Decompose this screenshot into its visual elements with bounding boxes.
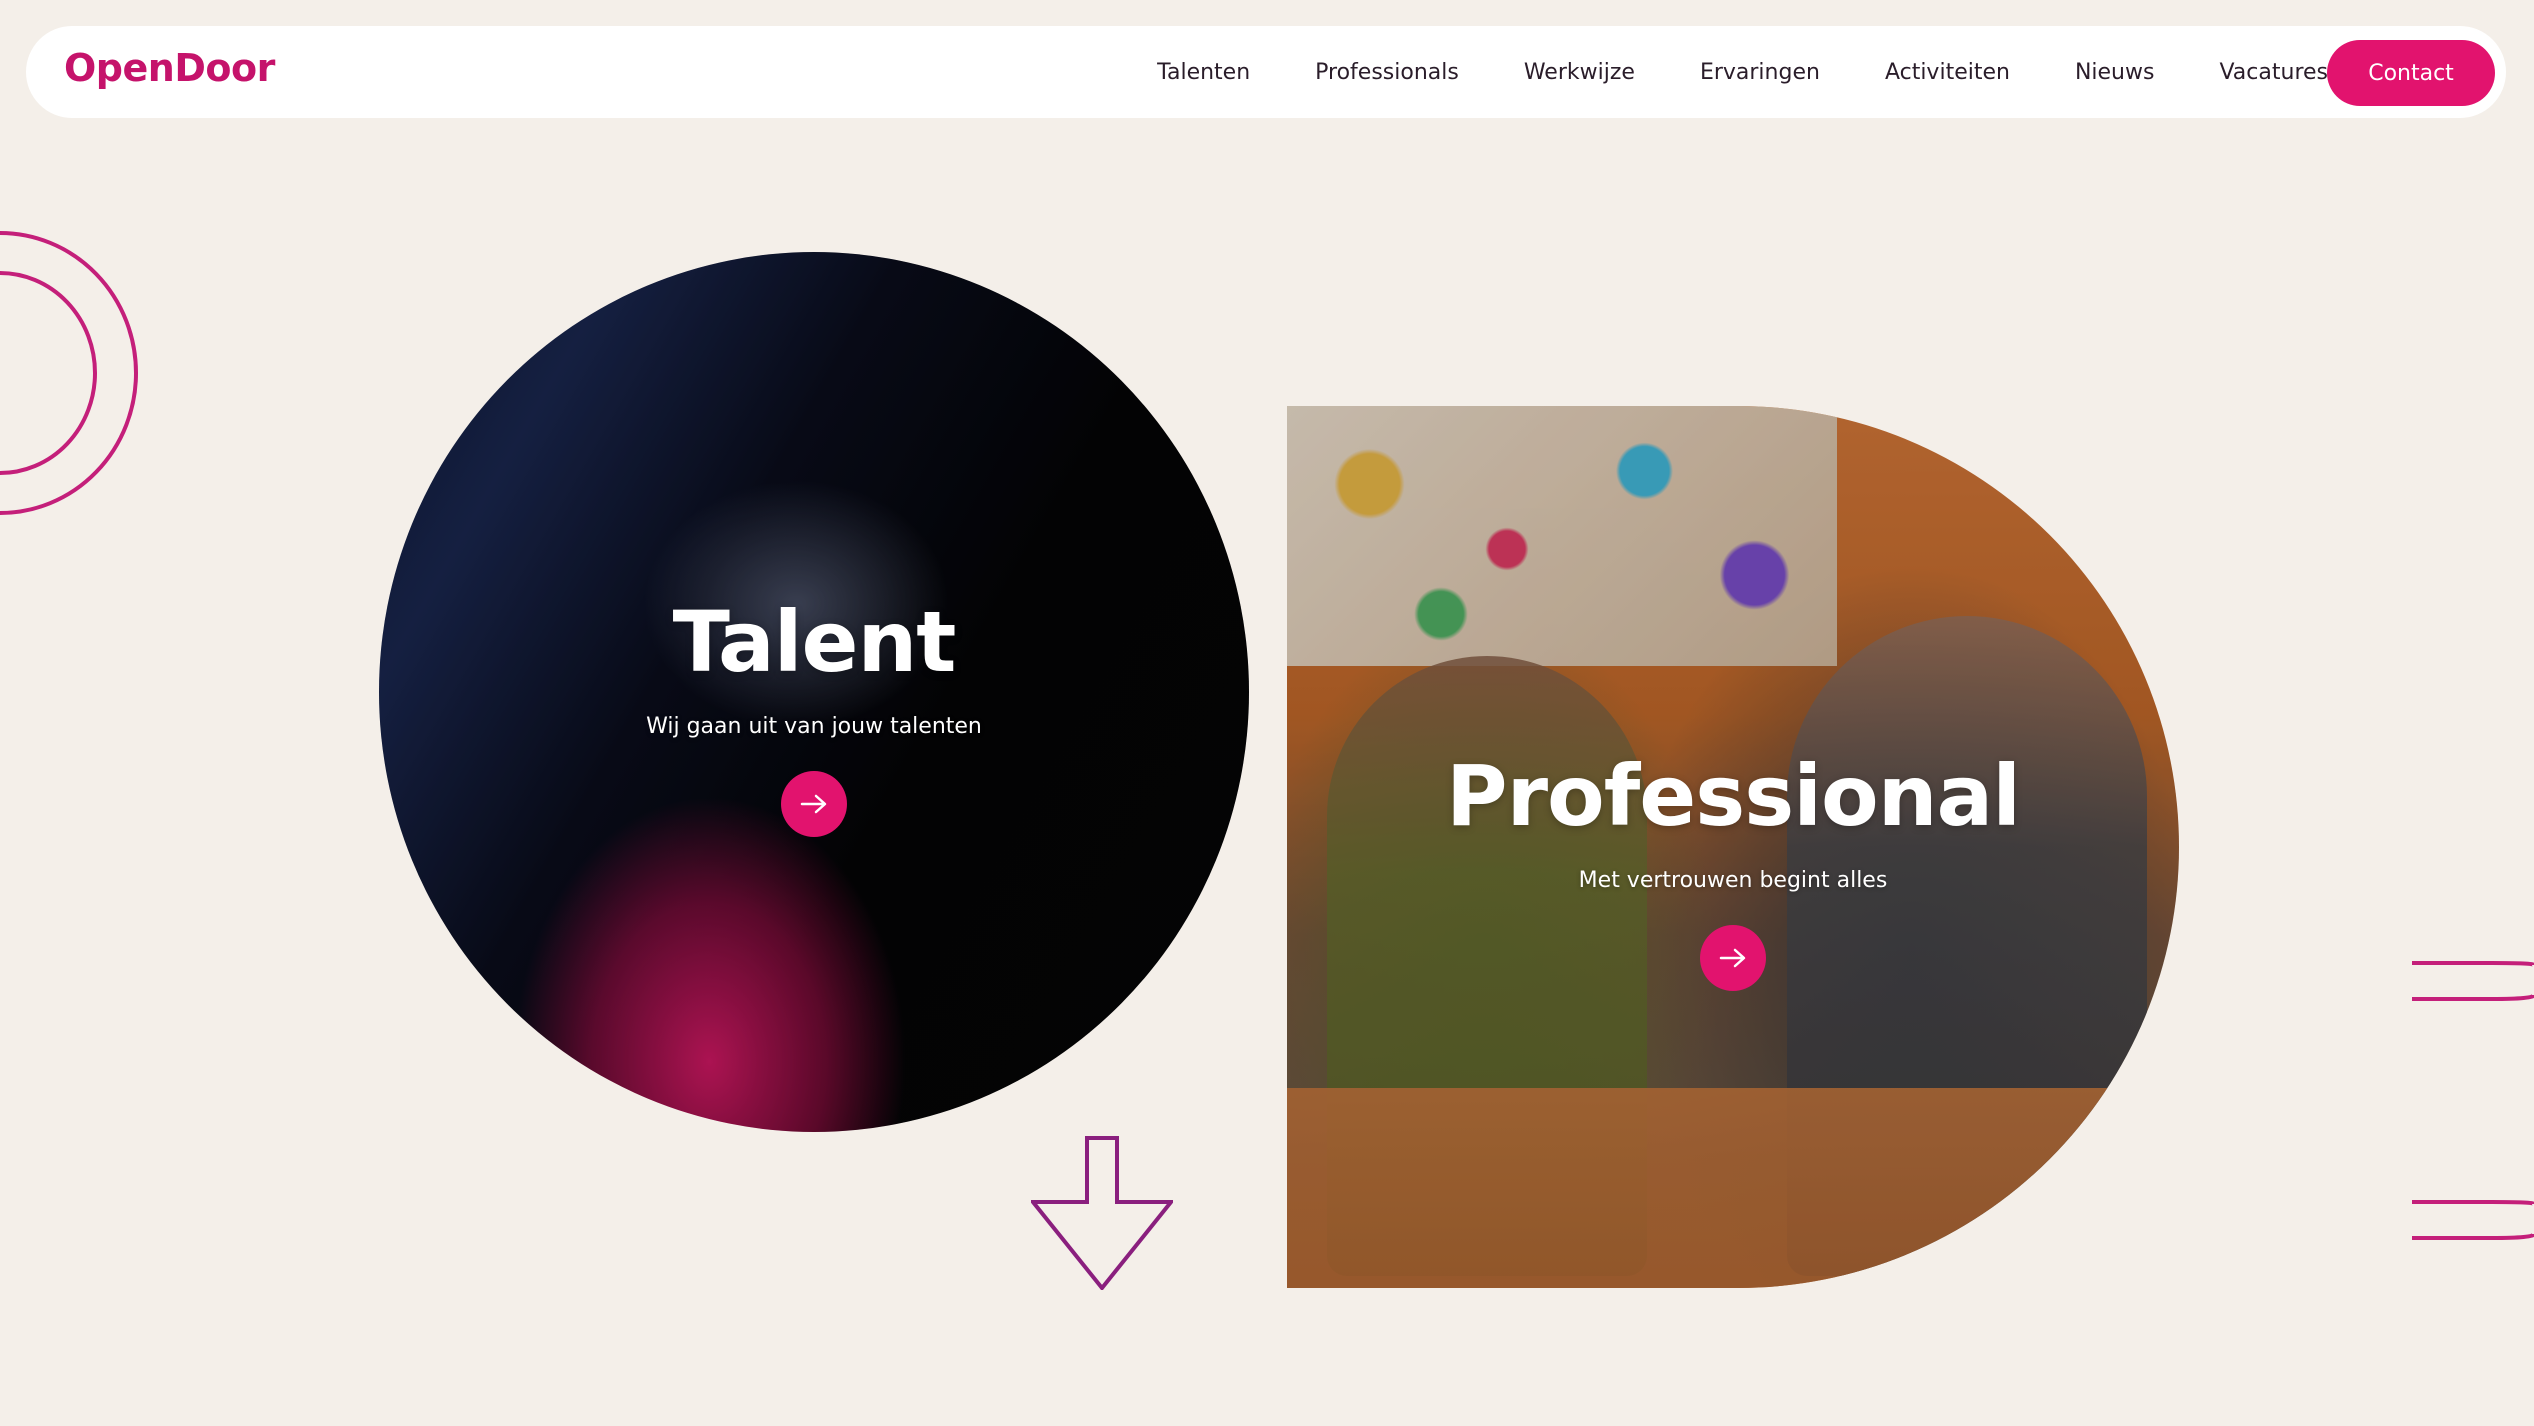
- talent-arrow-button[interactable]: [781, 771, 847, 837]
- professional-subtitle: Met vertrouwen begint alles: [1578, 868, 1888, 893]
- talent-title: Talent: [672, 593, 957, 691]
- professional-card[interactable]: Professional Met vertrouwen begint alles: [1287, 406, 2179, 1288]
- professional-arrow-button[interactable]: [1700, 925, 1766, 991]
- arrow-down-icon[interactable]: [1031, 1136, 1173, 1290]
- talent-card-content: Talent Wij gaan uit van jouw talenten: [379, 600, 1249, 837]
- talent-subtitle: Wij gaan uit van jouw talenten: [646, 714, 982, 739]
- site-header: OpenDoor Talenten Professionals Werkwijz…: [26, 26, 2506, 118]
- nav-item-professionals[interactable]: Professionals: [1315, 60, 1459, 85]
- arrow-right-icon: [1719, 948, 1746, 968]
- contact-button[interactable]: Contact: [2327, 40, 2495, 106]
- nav-item-vacatures[interactable]: Vacatures: [2219, 60, 2328, 85]
- professional-card-content: Professional Met vertrouwen begint alles: [1287, 754, 2179, 991]
- decorative-lines-right-top: [2412, 961, 2534, 1001]
- nav-item-werkwijze[interactable]: Werkwijze: [1524, 60, 1635, 85]
- nav-item-nieuws[interactable]: Nieuws: [2075, 60, 2155, 85]
- opendoor-logo[interactable]: OpenDoor: [64, 46, 275, 92]
- decorative-arcs-left: [0, 231, 138, 515]
- nav-item-talenten[interactable]: Talenten: [1157, 60, 1250, 85]
- decorative-lines-right-bottom: [2412, 1200, 2534, 1240]
- main-nav: Talenten Professionals Werkwijze Ervarin…: [1157, 26, 2328, 118]
- arrow-right-icon: [800, 794, 827, 814]
- talent-card[interactable]: Talent Wij gaan uit van jouw talenten: [379, 252, 1249, 1132]
- nav-item-activiteiten[interactable]: Activiteiten: [1885, 60, 2010, 85]
- nav-item-ervaringen[interactable]: Ervaringen: [1700, 60, 1820, 85]
- professional-title: Professional: [1446, 747, 2021, 845]
